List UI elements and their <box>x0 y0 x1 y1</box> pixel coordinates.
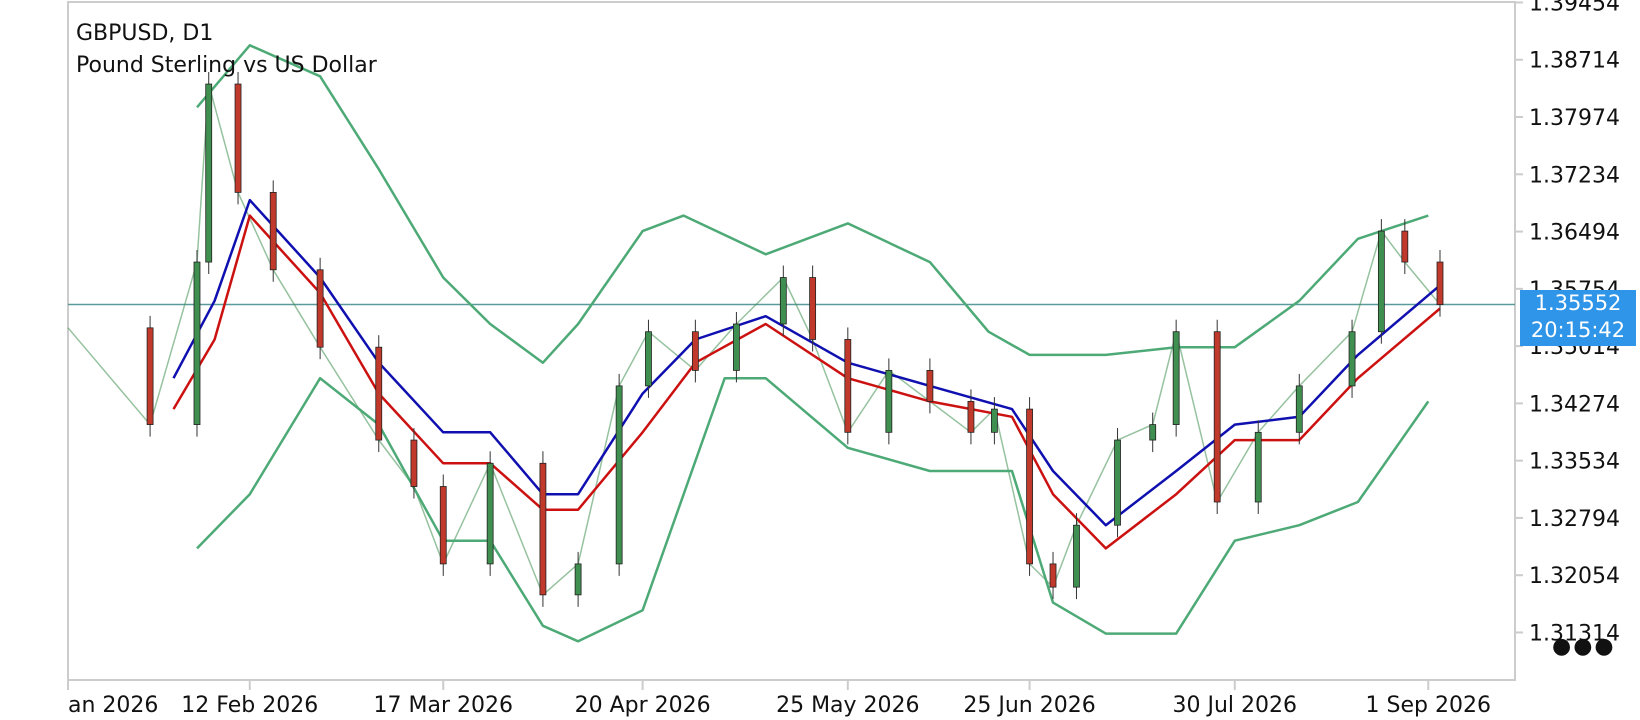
candle-body <box>1436 261 1444 306</box>
candle-body <box>269 191 277 271</box>
candle-body <box>926 370 934 402</box>
y-tick-label: 1.37974 <box>1529 106 1620 131</box>
x-tick-label: 12 Feb 2026 <box>181 693 318 718</box>
candle-body <box>234 83 242 193</box>
candle-body <box>1026 408 1033 565</box>
candle-body <box>375 346 383 441</box>
candle-body <box>885 370 893 433</box>
candle-body <box>193 261 201 425</box>
candle-body <box>691 331 699 371</box>
candle-body <box>1172 331 1180 425</box>
y-tick-label: 1.36494 <box>1529 221 1620 246</box>
x-tick-label: 17 Mar 2026 <box>374 693 513 718</box>
candle-body <box>967 400 975 433</box>
y-tick-label: 1.34274 <box>1529 392 1620 417</box>
candle-body <box>1213 331 1221 503</box>
candle-body <box>1114 439 1121 526</box>
candle-body <box>1377 230 1385 333</box>
current-price-value: 1.35552 <box>1534 291 1622 315</box>
x-tick-label: 1 Sep 2026 <box>1366 693 1491 718</box>
candle-body <box>645 331 652 387</box>
y-tick-label: 1.32794 <box>1529 507 1620 532</box>
more-dots-icon[interactable]: ●●● <box>1552 634 1616 659</box>
candle-body <box>809 277 817 340</box>
candle-body <box>1348 331 1356 387</box>
candle-body <box>1254 431 1262 503</box>
candle-body <box>1149 424 1157 441</box>
x-tick-label: 20 Apr 2026 <box>575 693 711 718</box>
x-tick-label: 25 May 2026 <box>776 693 919 718</box>
candle-body <box>439 486 447 565</box>
x-tick-label: an 2026 <box>68 693 158 718</box>
candle-body <box>410 439 418 487</box>
x-tick-label: 30 Jul 2026 <box>1173 693 1298 718</box>
candle-body <box>1073 524 1080 588</box>
candle-body <box>990 408 998 433</box>
candle-body <box>1049 563 1057 588</box>
x-tick-label: 25 Jun 2026 <box>963 693 1095 718</box>
candle-body <box>733 323 740 371</box>
candle-body <box>205 83 213 263</box>
candle-body <box>1295 385 1303 433</box>
y-tick-label: 1.32054 <box>1529 564 1620 589</box>
candle-body <box>539 462 547 596</box>
y-tick-label: 1.38714 <box>1529 49 1620 74</box>
candle-body <box>574 563 582 596</box>
candle-body <box>779 277 787 325</box>
candle-body <box>844 339 852 433</box>
y-tick-label: 1.37234 <box>1529 163 1620 188</box>
bar-countdown: 20:15:42 <box>1530 318 1626 342</box>
candle-body <box>316 269 324 348</box>
current-price-badge: 1.35552 20:15:42 <box>1520 290 1636 346</box>
symbol-description: Pound Sterling vs US Dollar <box>76 53 377 78</box>
candle-body <box>1401 230 1409 263</box>
price-chart[interactable]: 1.394541.387141.379741.372341.364941.357… <box>0 0 1640 720</box>
close-series-line <box>67 83 1441 596</box>
symbol-title: GBPUSD, D1 <box>76 21 214 46</box>
candle-body <box>615 385 623 565</box>
y-tick-label: 1.39454 <box>1529 0 1620 16</box>
candle-body <box>146 327 154 425</box>
candle-body <box>486 462 494 565</box>
ma-slow-line <box>172 214 1441 550</box>
ma-fast-line <box>172 198 1441 527</box>
y-tick-label: 1.33534 <box>1529 450 1620 475</box>
